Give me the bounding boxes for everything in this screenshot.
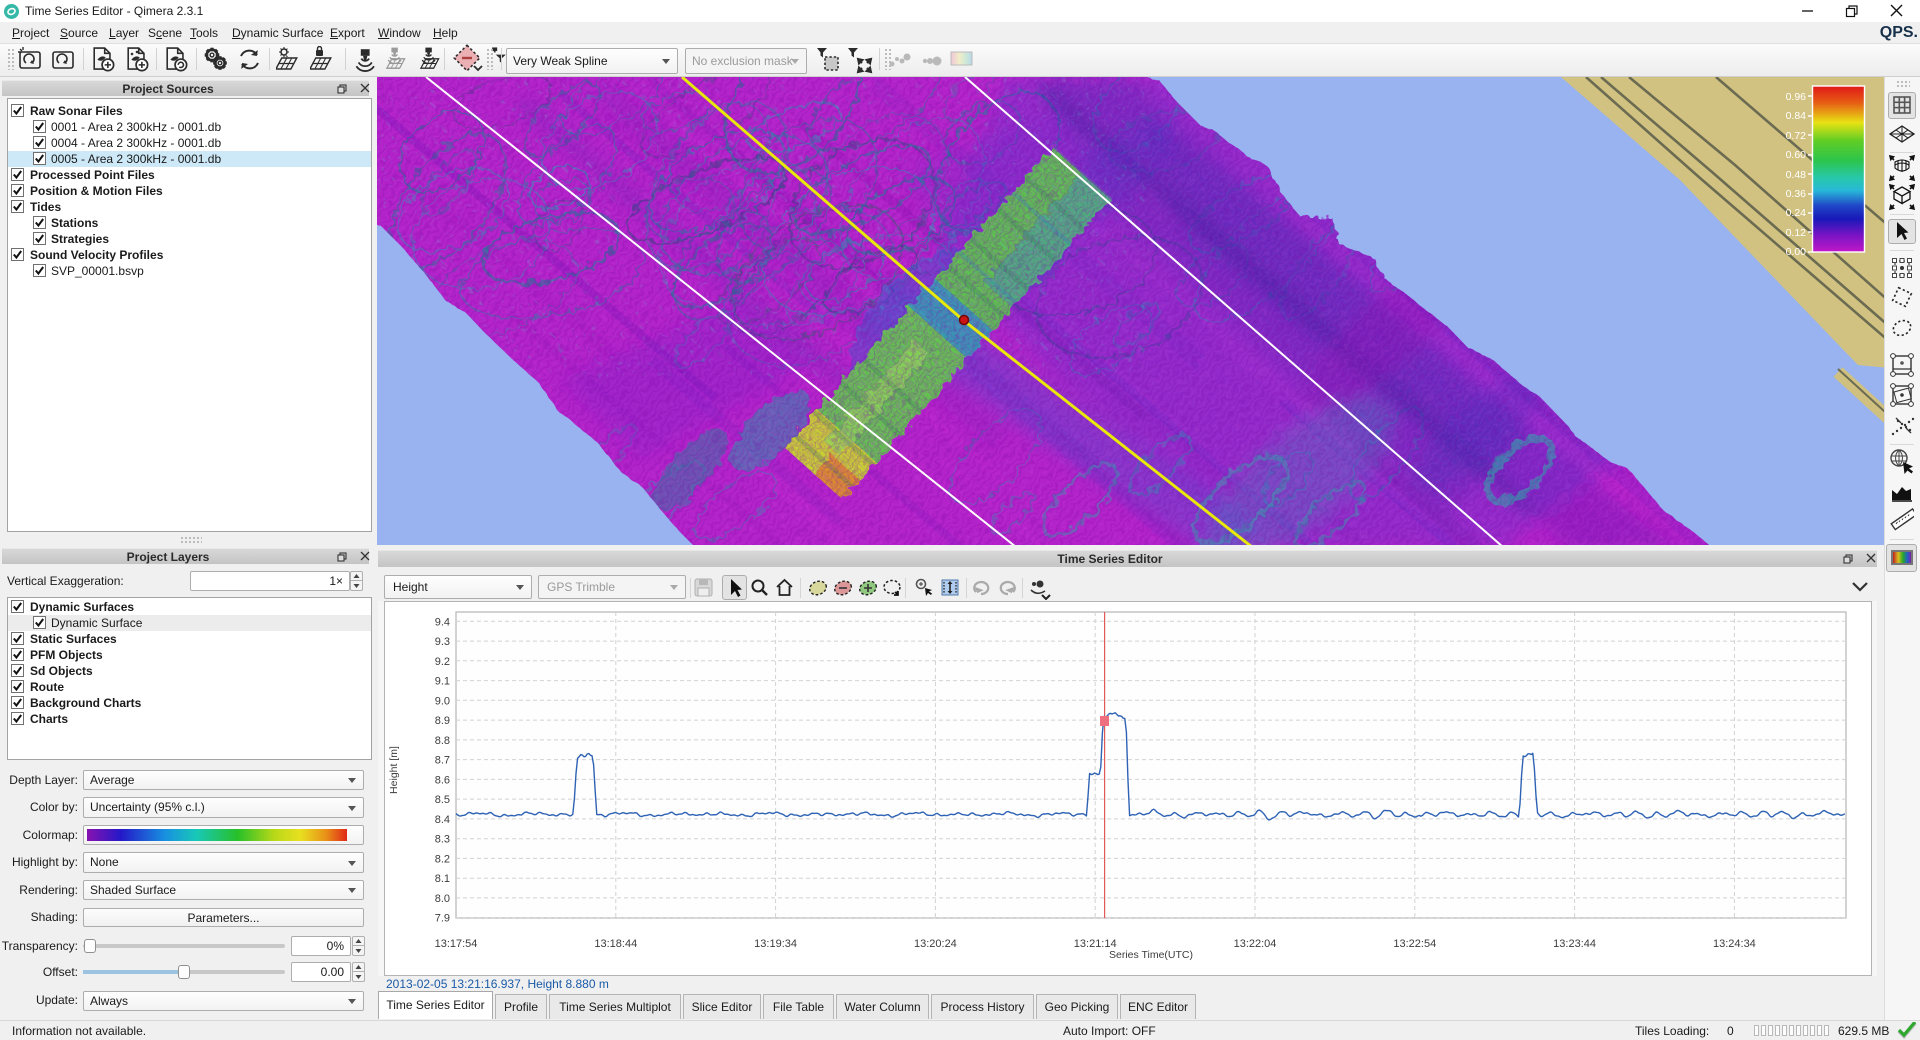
svg-text:13:23:44: 13:23:44 xyxy=(1553,938,1596,950)
svg-text:8.0: 8.0 xyxy=(435,893,450,905)
svg-text:0.84: 0.84 xyxy=(1786,110,1807,122)
svg-text:9.2: 9.2 xyxy=(435,656,450,668)
svg-text:Series Time(UTC): Series Time(UTC) xyxy=(1109,949,1193,961)
svg-text:9.3: 9.3 xyxy=(435,636,450,648)
svg-text:13:20:24: 13:20:24 xyxy=(914,938,957,950)
svg-text:0.12: 0.12 xyxy=(1786,227,1807,239)
svg-text:0.48: 0.48 xyxy=(1786,169,1807,181)
svg-text:0.60: 0.60 xyxy=(1786,149,1807,161)
svg-text:Height [m]: Height [m] xyxy=(388,746,400,794)
svg-text:9.0: 9.0 xyxy=(435,695,450,707)
svg-text:8.8: 8.8 xyxy=(435,735,450,747)
svg-text:8.1: 8.1 xyxy=(435,873,450,885)
svg-text:0.96: 0.96 xyxy=(1786,91,1807,103)
svg-text:13:22:04: 13:22:04 xyxy=(1234,938,1277,950)
svg-text:9.4: 9.4 xyxy=(435,616,450,628)
svg-text:8.9: 8.9 xyxy=(435,715,450,727)
svg-text:8.7: 8.7 xyxy=(435,755,450,767)
svg-text:0.00: 0.00 xyxy=(1786,246,1807,258)
svg-text:8.6: 8.6 xyxy=(435,774,450,786)
svg-text:0.24: 0.24 xyxy=(1786,207,1807,219)
svg-text:8.3: 8.3 xyxy=(435,834,450,846)
svg-text:13:18:44: 13:18:44 xyxy=(594,938,637,950)
svg-text:13:19:34: 13:19:34 xyxy=(754,938,797,950)
svg-text:8.5: 8.5 xyxy=(435,794,450,806)
svg-text:0.36: 0.36 xyxy=(1786,188,1807,200)
svg-text:0.72: 0.72 xyxy=(1786,130,1807,142)
svg-text:13:24:34: 13:24:34 xyxy=(1713,938,1756,950)
svg-text:8.2: 8.2 xyxy=(435,853,450,865)
svg-text:7.9: 7.9 xyxy=(435,913,450,925)
svg-text:9.1: 9.1 xyxy=(435,676,450,688)
svg-text:13:17:54: 13:17:54 xyxy=(435,938,478,950)
svg-text:13:22:54: 13:22:54 xyxy=(1393,938,1436,950)
svg-text:8.4: 8.4 xyxy=(435,814,450,826)
